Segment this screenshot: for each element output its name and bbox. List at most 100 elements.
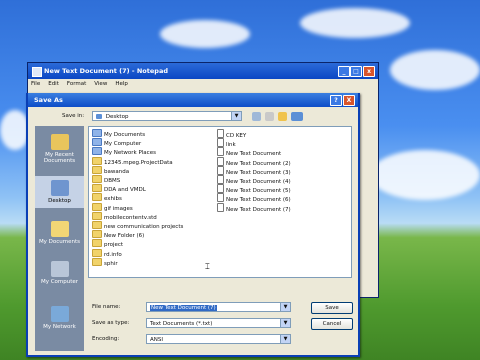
place-desktop[interactable]: Desktop [35, 176, 84, 208]
chevron-down-icon[interactable]: ▼ [280, 319, 290, 327]
places-bar: My Recent Documents Desktop My Documents… [35, 126, 84, 351]
list-item[interactable]: New Text Document [217, 147, 281, 157]
place-my-computer[interactable]: My Computer [35, 261, 84, 285]
cloud [300, 8, 410, 38]
cloud [390, 50, 480, 90]
list-item[interactable]: New Text Document (6) [217, 193, 291, 203]
list-item[interactable]: My Documents [92, 129, 145, 138]
notepad-titlebar[interactable]: New Text Document (7) - Notepad _ □ x [28, 63, 378, 79]
folder-icon [92, 257, 102, 266]
folder-icon [92, 230, 102, 239]
list-item[interactable]: New Text Document (4) [217, 175, 291, 185]
menu-help[interactable]: Help [115, 79, 128, 89]
folder-icon [92, 147, 102, 156]
folder-icon [92, 165, 102, 174]
savetype-select[interactable]: Text Documents (*.txt) ▼ [146, 318, 291, 328]
cancel-button[interactable]: Cancel [311, 318, 353, 330]
list-item-label: project [104, 242, 124, 249]
chevron-down-icon[interactable]: ▼ [280, 335, 290, 343]
list-item-label: mobilecontentv.std [104, 214, 157, 221]
file-list[interactable]: My Documents My Computer My Network Places… [88, 126, 352, 278]
save-as-dialog: Save As ? X Save in: Desktop ▼ My Recent… [26, 93, 360, 357]
encoding-value: ANSI [150, 337, 163, 343]
notepad-title: New Text Document (7) - Notepad [44, 67, 168, 75]
my-computer-icon [50, 261, 69, 277]
desktop-icon [50, 180, 69, 196]
savetype-label: Save as type: [92, 320, 130, 326]
list-item[interactable]: bawanda [92, 165, 130, 175]
help-button[interactable]: ? [330, 95, 342, 106]
list-item[interactable]: sphir [92, 257, 118, 267]
place-my-documents[interactable]: My Documents [35, 221, 84, 245]
list-item-label: New Text Document (7) [226, 206, 291, 213]
list-item[interactable]: New Text Document (5) [217, 184, 291, 194]
chevron-down-icon[interactable]: ▼ [280, 303, 290, 311]
folder-icon [92, 175, 102, 183]
place-my-network[interactable]: My Network [35, 306, 84, 330]
list-item[interactable]: My Computer [92, 138, 141, 147]
text-document-icon [217, 147, 224, 157]
list-item-label: DBMS [104, 178, 121, 184]
list-item[interactable]: 12345.mpeg.ProjectData [92, 156, 173, 166]
list-item-label: 12345.mpeg.ProjectData [104, 159, 173, 166]
list-item[interactable]: mobilecontentv.std [92, 211, 157, 221]
menu-edit[interactable]: Edit [48, 79, 59, 89]
list-item[interactable]: DBMS [92, 175, 121, 184]
list-item-label: bawanda [104, 168, 130, 175]
recent-documents-icon [50, 134, 69, 150]
list-item-label: DDA and VMDL [104, 187, 146, 194]
close-button[interactable]: x [363, 66, 375, 77]
folder-icon [92, 221, 102, 229]
list-item[interactable]: DDA and VMDL [92, 184, 146, 194]
save-in-combo[interactable]: Desktop ▼ [92, 111, 242, 121]
list-item[interactable]: My Network Places [92, 147, 156, 157]
minimize-button[interactable]: _ [338, 66, 350, 77]
back-icon[interactable] [252, 112, 261, 121]
list-item[interactable]: CD KEY [217, 129, 246, 139]
menu-file[interactable]: File [31, 79, 40, 89]
folder-icon [92, 156, 102, 165]
desktop-icon [96, 114, 102, 119]
chevron-down-icon[interactable]: ▼ [231, 112, 241, 120]
views-menu-icon[interactable] [291, 112, 303, 121]
my-network-icon [50, 306, 69, 322]
list-item-label: New Folder (6) [104, 233, 145, 240]
text-document-icon [217, 193, 224, 203]
savetype-value: Text Documents (*.txt) [150, 321, 213, 327]
list-item[interactable]: project [92, 239, 124, 249]
list-item[interactable]: New Folder (6) [92, 230, 145, 240]
list-item[interactable]: link [217, 138, 236, 148]
list-item[interactable]: New Text Document (3) [217, 165, 291, 176]
list-item-label: My Network Places [104, 150, 156, 157]
list-item-label: sphir [104, 260, 118, 267]
new-folder-icon[interactable] [278, 112, 287, 121]
folder-icon [92, 184, 102, 193]
encoding-select[interactable]: ANSI ▼ [146, 334, 291, 344]
text-document-icon [217, 165, 224, 175]
maximize-button[interactable]: □ [350, 66, 362, 77]
folder-icon [92, 193, 102, 202]
notepad-menubar: File Edit Format View Help [28, 79, 378, 89]
menu-format[interactable]: Format [67, 79, 86, 89]
text-document-icon [217, 156, 224, 166]
folder-icon [92, 138, 102, 147]
list-item[interactable]: exhibs [92, 193, 122, 203]
dialog-close-button[interactable]: X [343, 95, 355, 106]
filename-input[interactable]: New Text Document (7) ▼ [146, 302, 291, 312]
place-recent-documents[interactable]: My Recent Documents [35, 134, 84, 164]
list-item[interactable]: new communication projects [92, 221, 184, 230]
text-document-icon [217, 129, 224, 138]
list-item[interactable]: New Text Document (7) [217, 202, 291, 213]
dialog-titlebar[interactable]: Save As ? X [28, 93, 358, 107]
up-folder-icon[interactable] [265, 112, 274, 121]
list-item[interactable]: rd.info [92, 248, 122, 258]
filename-label: File name: [92, 304, 121, 310]
menu-view[interactable]: View [94, 79, 107, 89]
list-item[interactable]: gif images [92, 202, 133, 212]
list-item-label: new communication projects [104, 224, 184, 230]
save-button[interactable]: Save [311, 302, 353, 314]
list-item-label: exhibs [104, 196, 122, 203]
text-document-icon [217, 202, 224, 212]
save-in-value: Desktop [105, 114, 129, 120]
list-item[interactable]: New Text Document (2) [217, 156, 291, 167]
